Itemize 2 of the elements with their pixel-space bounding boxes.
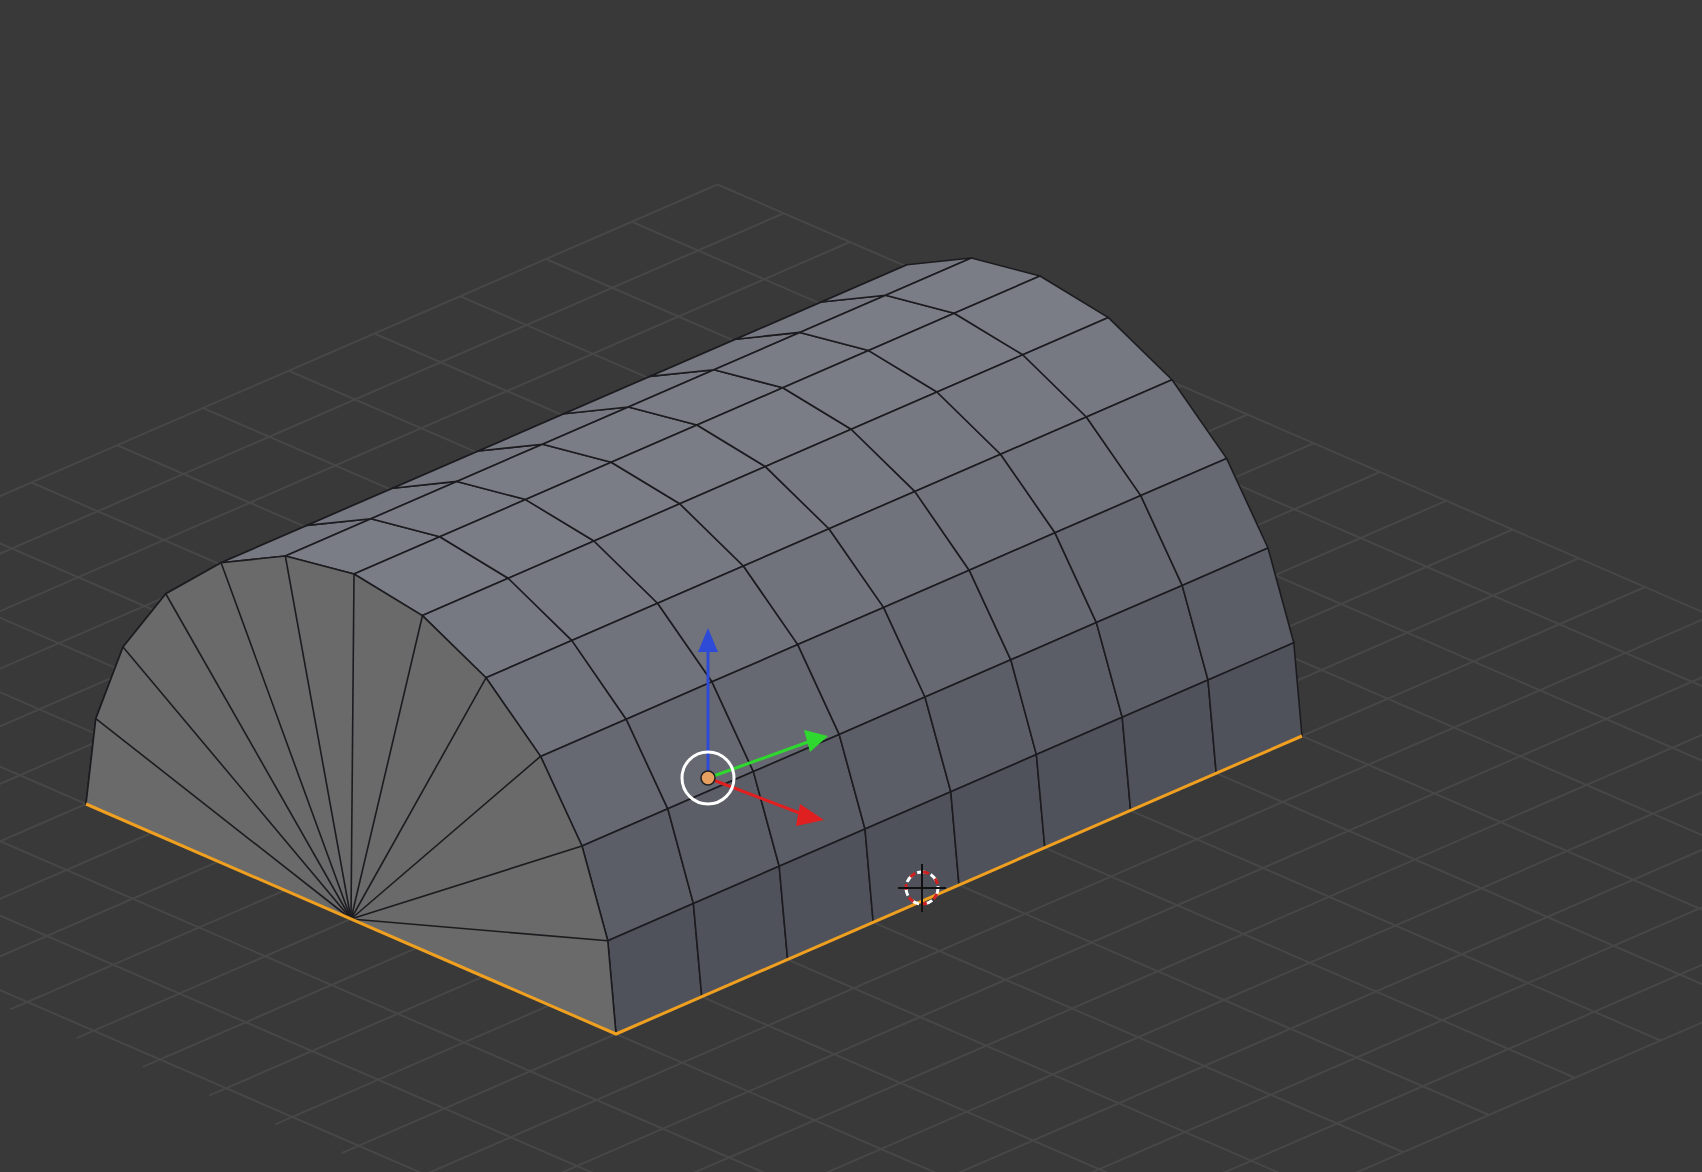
transform-gizmo[interactable] <box>680 628 828 826</box>
3d-cursor-icon <box>897 863 947 913</box>
